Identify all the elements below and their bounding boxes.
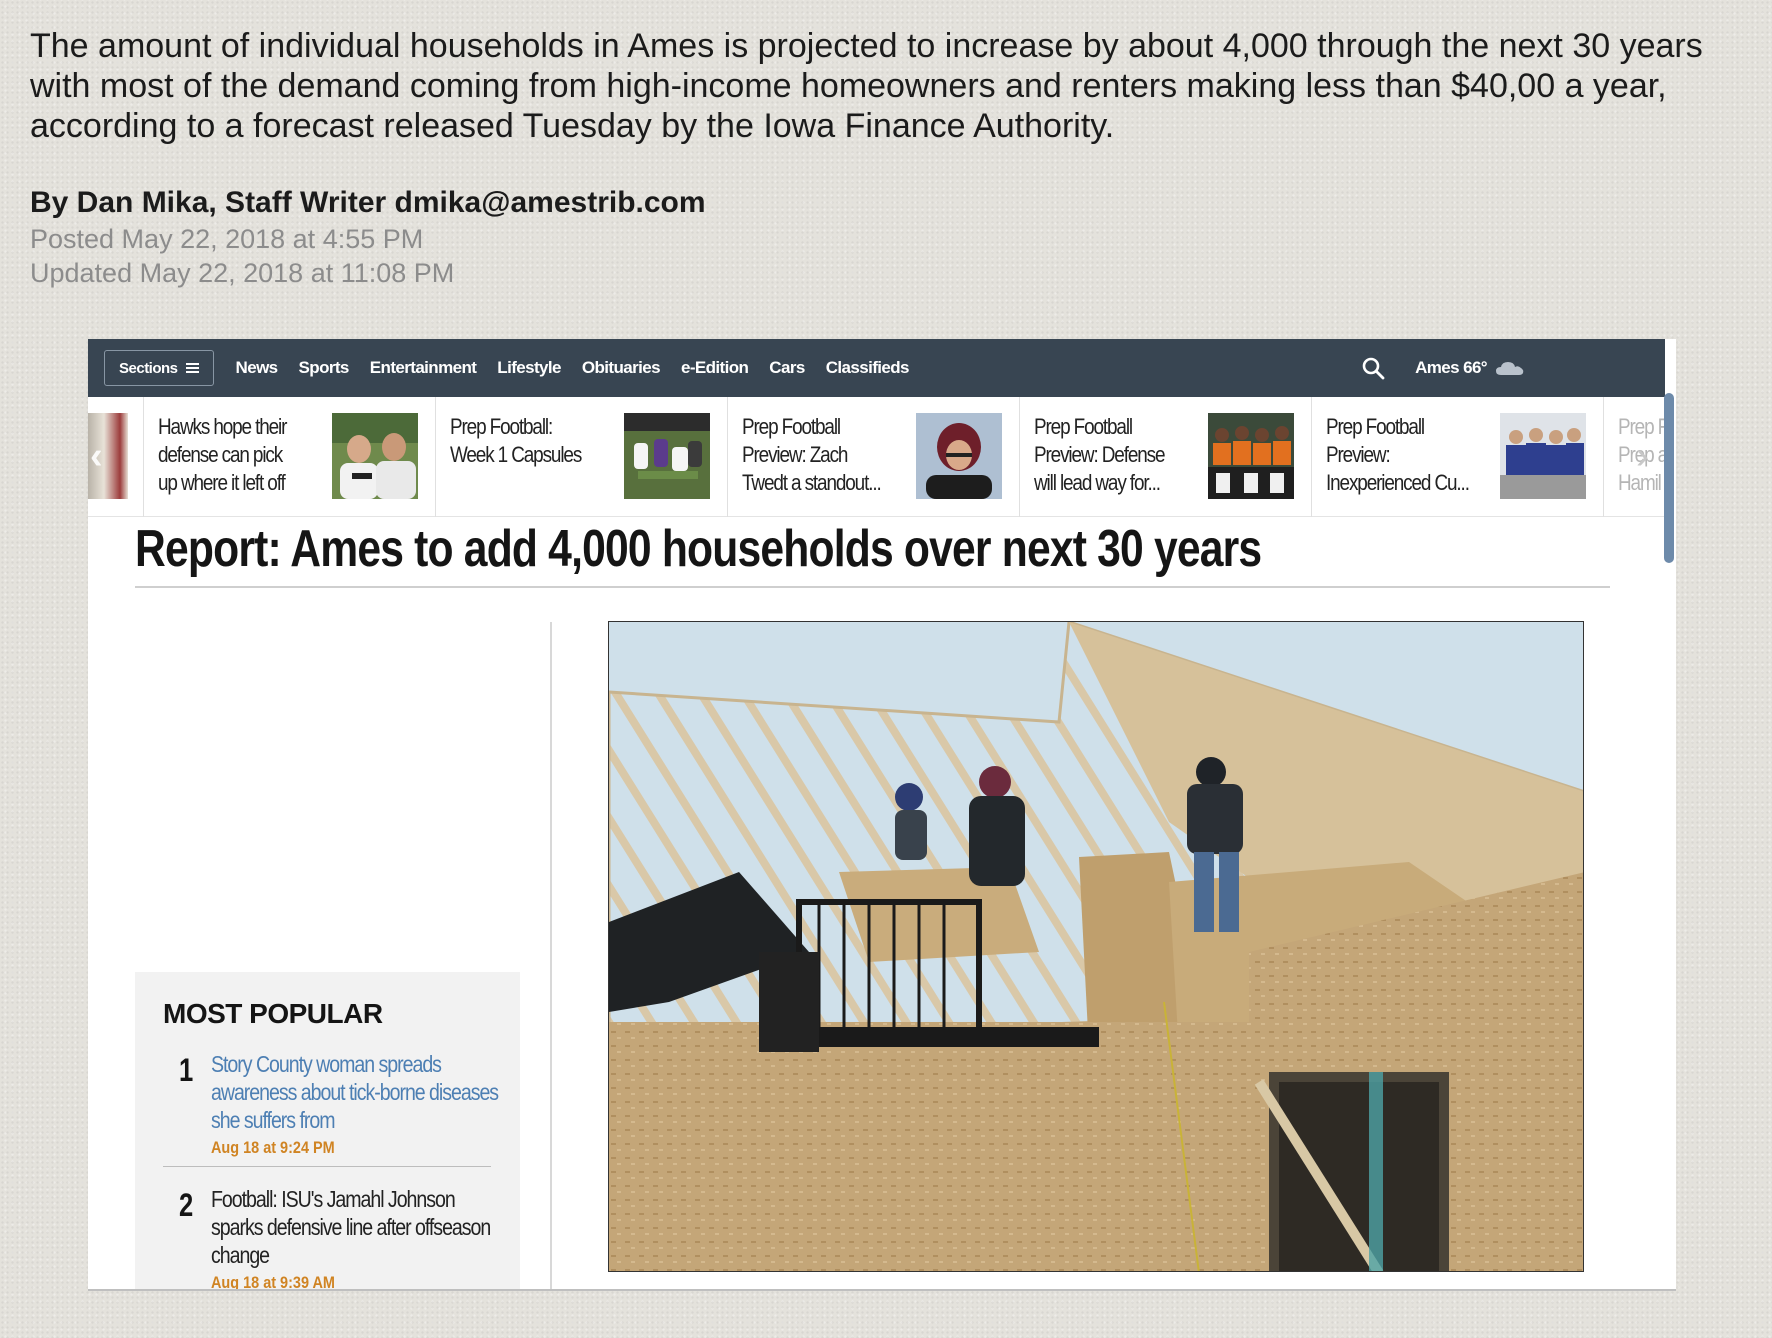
chevron-left-icon[interactable]: ‹ <box>90 435 103 478</box>
ticker-item[interactable]: Prep Football Preview: Inexperienced Cu.… <box>1311 397 1603 517</box>
nav-link-classifieds[interactable]: Classifieds <box>826 358 910 378</box>
search-icon[interactable] <box>1361 356 1385 380</box>
nav-links: News Sports Entertainment Lifestyle Obit… <box>236 358 910 378</box>
screenshot-bottom-edge <box>88 1289 1676 1291</box>
popular-link[interactable]: Story County woman spreads awareness abo… <box>211 1050 500 1134</box>
most-popular-panel: MOST POPULAR 1 Story County woman spread… <box>135 972 520 1291</box>
article-photo <box>608 621 1584 1272</box>
embedded-webpage-screenshot: Sections News Sports Entertainment Lifes… <box>88 339 1676 1291</box>
popular-rank: 2 <box>179 1187 194 1223</box>
most-popular-title: MOST POPULAR <box>163 998 383 1029</box>
ticker-item-title: Hawks hope their defense can pick up whe… <box>158 414 287 495</box>
article-headline: Report: Ames to add 4,000 households ove… <box>135 520 1262 578</box>
ticker-item[interactable]: Prep Football Preview: Zach Twedt a stan… <box>727 397 1019 517</box>
ticker-item[interactable]: Prep Football Preview: Defense will lead… <box>1019 397 1311 517</box>
weather-widget[interactable]: Ames 66° <box>1415 358 1525 378</box>
ticker-item[interactable]: Prep Football: Week 1 Capsules <box>435 397 727 517</box>
nav-right: Ames 66° <box>1361 339 1525 397</box>
nav-link-e-edition[interactable]: e-Edition <box>681 358 749 378</box>
headline-divider <box>135 586 1610 588</box>
posted-timestamp: Posted May 22, 2018 at 4:55 PM <box>30 224 424 254</box>
construction-photo <box>609 622 1583 1271</box>
popular-link[interactable]: Football: ISU's Jamahl Johnson sparks de… <box>211 1185 500 1269</box>
top-navbar: Sections News Sports Entertainment Lifes… <box>88 339 1665 397</box>
nav-link-entertainment[interactable]: Entertainment <box>370 358 477 378</box>
article-intro: The amount of individual households in A… <box>30 27 1703 145</box>
ticker-item-title: Prep Football Preview: Inexperienced Cu.… <box>1326 414 1470 495</box>
ticker-thumbnail <box>916 413 1002 499</box>
popular-rank: 1 <box>179 1052 194 1088</box>
ticker-scrollbar[interactable] <box>1664 393 1674 563</box>
cloud-icon <box>1496 362 1524 375</box>
ticker-thumbnail <box>332 413 418 499</box>
headline-ticker: ‹ Hawks hope their defense can pick up w… <box>88 397 1669 517</box>
ticker-item-title: Prep Football Preview: Zach Twedt a stan… <box>742 414 882 495</box>
nav-link-lifestyle[interactable]: Lifestyle <box>497 358 561 378</box>
column-divider <box>550 622 552 1291</box>
updated-timestamp: Updated May 22, 2018 at 11:08 PM <box>30 258 455 288</box>
ticker-thumbnail <box>1208 413 1294 499</box>
article-byline: By Dan Mika, Staff Writer dmika@amestrib… <box>30 186 706 219</box>
popular-timestamp: Aug 18 at 9:24 PM <box>211 1138 335 1157</box>
ticker-item-title: Prep Football Preview: Defense will lead… <box>1034 414 1166 495</box>
ticker-item-title: Prep Football: Week 1 Capsules <box>450 414 582 467</box>
sections-label: Sections <box>119 359 178 377</box>
nav-link-sports[interactable]: Sports <box>299 358 350 378</box>
weather-text: Ames 66° <box>1415 358 1488 377</box>
ticker-thumbnail <box>1500 413 1586 499</box>
ticker-thumbnail <box>624 413 710 499</box>
sections-menu-button[interactable]: Sections <box>104 350 214 386</box>
popular-divider <box>163 1166 491 1167</box>
chevron-right-icon[interactable]: › <box>1636 435 1649 478</box>
nav-link-obituaries[interactable]: Obituaries <box>582 358 661 378</box>
hamburger-icon <box>185 363 199 373</box>
nav-link-news[interactable]: News <box>236 358 279 378</box>
ticker-item[interactable]: Hawks hope their defense can pick up whe… <box>143 397 435 517</box>
nav-link-cars[interactable]: Cars <box>769 358 805 378</box>
